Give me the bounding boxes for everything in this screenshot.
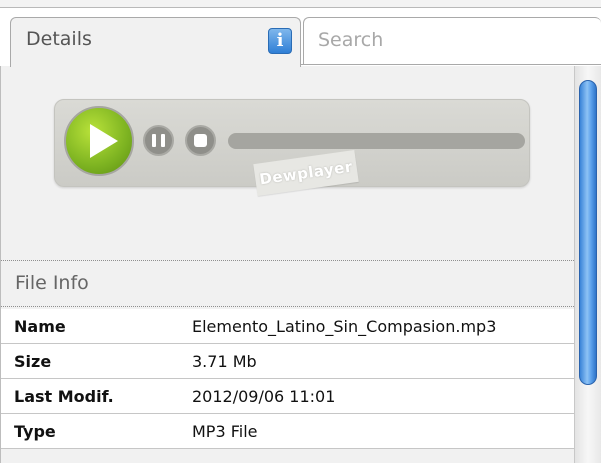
row-key: Size <box>1 343 189 379</box>
stop-button[interactable] <box>185 125 216 156</box>
top-border <box>0 0 601 8</box>
table-row: Type MP3 File <box>1 413 574 449</box>
tab-details[interactable]: Details i <box>10 17 301 67</box>
table-row: Name Elemento_Latino_Sin_Compasion.mp3 <box>1 309 574 344</box>
play-button[interactable] <box>64 106 134 176</box>
file-info-table: Name Elemento_Latino_Sin_Compasion.mp3 S… <box>1 309 574 449</box>
row-value: MP3 File <box>189 413 574 449</box>
file-info-title: File Info <box>15 272 89 294</box>
player-brand-label: Dewplayer <box>258 157 354 189</box>
row-value: 3.71 Mb <box>189 343 574 379</box>
row-key: Type <box>1 413 189 449</box>
details-panel: Dewplayer File Info Name Elemento_Latino… <box>0 66 574 463</box>
player-brand-tag: Dewplayer <box>253 150 359 196</box>
play-icon <box>90 124 118 158</box>
tab-details-label: Details <box>26 28 92 50</box>
row-value: 2012/09/06 11:01 <box>189 378 574 414</box>
tab-divider <box>301 64 601 65</box>
row-key: Last Modif. <box>1 378 189 414</box>
stop-icon <box>194 134 207 147</box>
section-divider-top <box>1 260 574 261</box>
row-key: Name <box>1 309 189 344</box>
info-icon[interactable]: i <box>268 28 292 54</box>
tab-search-label: Search <box>318 29 384 51</box>
scrollbar-thumb[interactable] <box>579 80 597 385</box>
progress-track[interactable] <box>228 133 525 149</box>
vertical-scrollbar[interactable] <box>574 66 601 463</box>
section-divider-bottom <box>1 306 574 307</box>
tab-search[interactable]: Search <box>303 17 601 65</box>
table-row: Last Modif. 2012/09/06 11:01 <box>1 378 574 414</box>
row-value: Elemento_Latino_Sin_Compasion.mp3 <box>189 309 574 344</box>
table-row: Size 3.71 Mb <box>1 343 574 379</box>
pause-button[interactable] <box>143 125 174 156</box>
audio-player: Dewplayer <box>54 99 530 196</box>
app-window: Details i Search Dewplayer File Info Nam… <box>0 0 601 463</box>
